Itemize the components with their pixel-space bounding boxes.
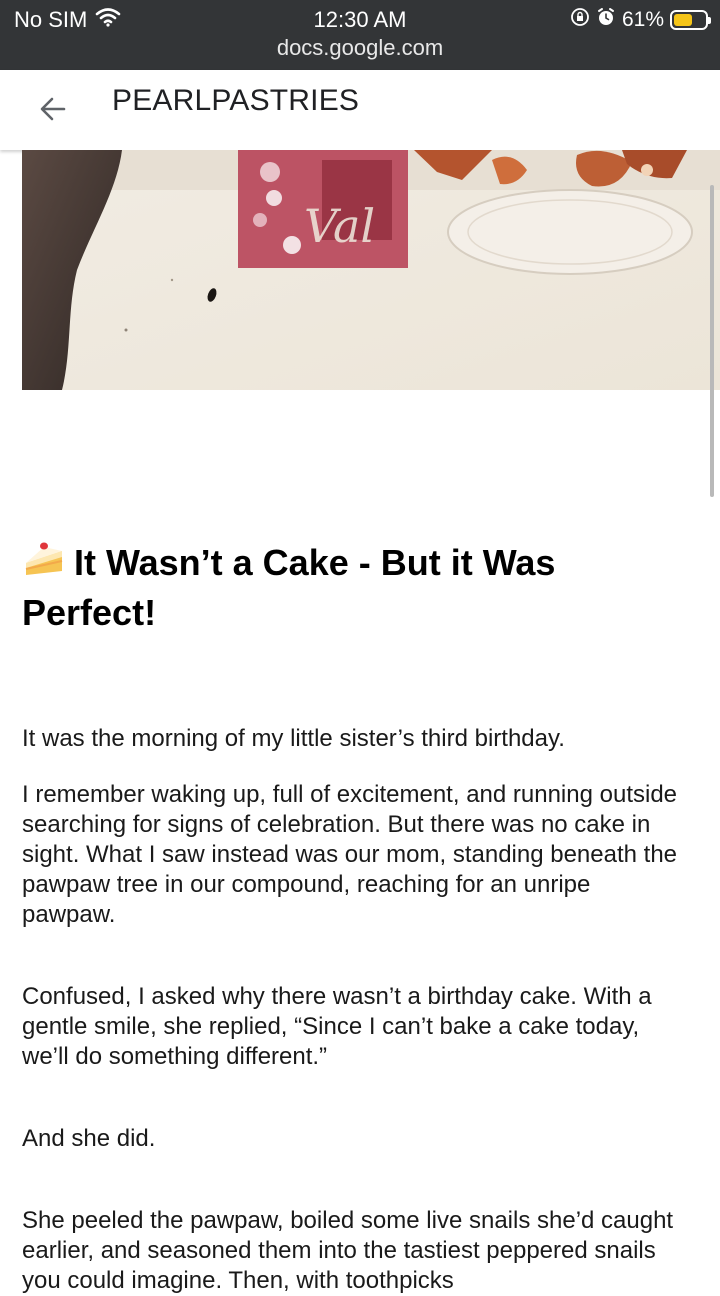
status-right: 61% <box>570 7 711 33</box>
scrollbar[interactable] <box>710 185 714 497</box>
battery-percent: 61% <box>621 8 664 31</box>
page-url[interactable]: docs.google.com <box>0 35 720 61</box>
article-body: It Wasn’t a Cake - But it Was Perfect! I… <box>22 540 682 1296</box>
doc-toolbar: PEARLPASTRIES <box>0 70 720 150</box>
paragraph-5: She peeled the pawpaw, boiled some live … <box>22 1206 674 1294</box>
status-bar: No SIM 12:30 AM docs.google.com 61% <box>0 0 720 70</box>
back-button[interactable] <box>28 84 78 134</box>
cake-slice-icon <box>22 541 66 590</box>
article-photo: Val <box>22 150 720 390</box>
paragraph-2: I remember waking up, full of excitement… <box>22 780 678 928</box>
back-arrow-icon <box>40 97 66 121</box>
battery-level-fill <box>674 14 693 26</box>
article-heading: It Wasn’t a Cake - But it Was Perfect! <box>22 540 682 636</box>
heading-line-1: It Wasn’t a Cake - But it Was <box>74 542 556 583</box>
paragraph-1: It was the morning of my little sister’s… <box>22 724 565 752</box>
paragraph-3: Confused, I asked why there wasn’t a bir… <box>22 982 652 1070</box>
battery-nub <box>708 17 711 24</box>
battery-icon <box>670 10 711 30</box>
svg-text:Val: Val <box>304 199 375 253</box>
heading-line-2: Perfect! <box>22 591 157 633</box>
alarm-icon <box>596 7 616 33</box>
paragraph-4: And she did. <box>22 1124 156 1152</box>
document-title: PEARLPASTRIES <box>112 84 360 117</box>
rotation-lock-icon <box>570 7 590 33</box>
